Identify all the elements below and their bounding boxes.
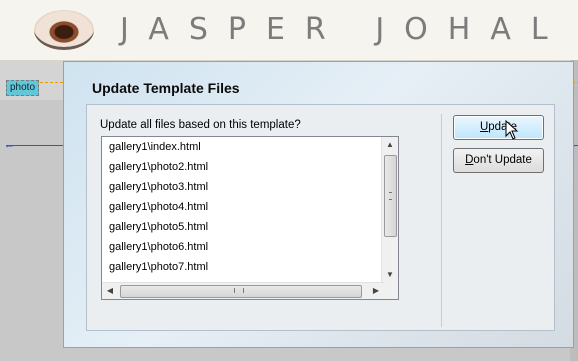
- file-list-item[interactable]: gallery1\photo3.html: [102, 177, 384, 197]
- horizontal-scrollbar[interactable]: ◀ ▶: [102, 282, 384, 299]
- photo-region-tag[interactable]: photo: [6, 80, 40, 96]
- brand-title: JASPER JOHAL: [120, 12, 568, 47]
- dialog-prompt: Update all files based on this template?: [100, 119, 301, 131]
- scroll-up-icon[interactable]: ▲: [382, 137, 398, 153]
- file-list-item[interactable]: gallery1\photo6.html: [102, 237, 384, 257]
- mouse-pointer-icon: [505, 120, 519, 140]
- file-list-item[interactable]: gallery1\index.html: [102, 137, 384, 157]
- dialog-title: Update Template Files: [92, 80, 240, 96]
- file-list-item[interactable]: gallery1\photo7.html: [102, 257, 384, 277]
- file-list[interactable]: gallery1\index.html gallery1\photo2.html g…: [101, 136, 399, 300]
- scrollbar-corner: [382, 283, 398, 299]
- update-button[interactable]: Update: [453, 115, 544, 140]
- button-separator: [441, 114, 442, 327]
- vertical-scroll-thumb[interactable]: [384, 155, 397, 237]
- update-template-dialog: Update Template Files Update all files b…: [63, 61, 574, 348]
- file-list-item[interactable]: gallery1\photo2.html: [102, 157, 384, 177]
- scroll-down-icon[interactable]: ▼: [382, 267, 398, 283]
- dont-update-button[interactable]: Don't Update: [453, 148, 544, 173]
- file-list-item[interactable]: gallery1\photo4.html: [102, 197, 384, 217]
- vertical-scrollbar[interactable]: ▲ ▼: [381, 137, 398, 283]
- file-list-item[interactable]: gallery1\photo5.html: [102, 217, 384, 237]
- dont-update-button-label: Don't Update: [465, 154, 532, 166]
- file-list-items: gallery1\index.html gallery1\photo2.html g…: [102, 137, 384, 283]
- grip-icon: [234, 288, 244, 293]
- horizontal-scroll-thumb[interactable]: [120, 285, 362, 298]
- eye-logo-image: [34, 10, 94, 50]
- scroll-left-icon[interactable]: ◀: [102, 283, 118, 299]
- page-header: JASPER JOHAL: [0, 0, 578, 61]
- grip-icon: [389, 192, 392, 200]
- arrow-left-icon: ←: [4, 139, 15, 151]
